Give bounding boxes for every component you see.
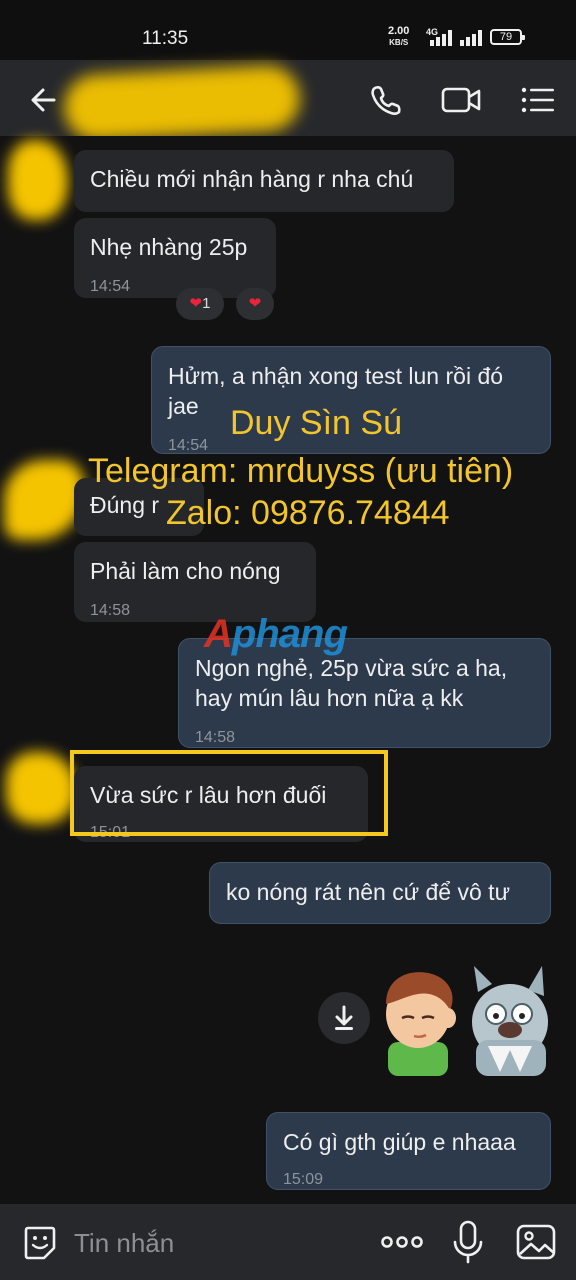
reaction-count: 1 <box>202 295 211 312</box>
watermark-line-2: Telegram: mrduyss (ưu tiên) <box>88 452 514 490</box>
image-gallery-icon[interactable] <box>514 1220 558 1264</box>
heart-icon: ❤ <box>189 295 203 312</box>
more-options-icon[interactable] <box>378 1222 426 1262</box>
message-text: Đúng r <box>90 492 160 518</box>
logo-text: phang <box>231 612 348 656</box>
message-text: ko nóng rát nên cứ để vô tư <box>226 879 510 905</box>
message-input-bar: Tin nhắn <box>0 1204 576 1280</box>
watermark-logo: Aphang <box>204 612 348 657</box>
watermark-line-3: Zalo: 09876.74844 <box>166 494 450 532</box>
phone-icon[interactable] <box>366 80 406 120</box>
watermark-line-1: Duy Sìn Sú <box>230 404 402 442</box>
download-button[interactable] <box>318 992 370 1044</box>
speed-unit: KB/S <box>389 38 409 47</box>
avatar-redacted <box>6 752 76 824</box>
message-time: 15:09 <box>283 1171 324 1188</box>
reaction-heart-button[interactable]: ❤ <box>236 288 274 320</box>
message-time: 14:54 <box>90 278 131 295</box>
message-input[interactable]: Tin nhắn <box>74 1228 174 1259</box>
highlight-box <box>70 750 388 836</box>
speed-value: 2.00 <box>388 25 410 37</box>
battery-icon: 79 <box>490 29 525 45</box>
reaction-heart-count[interactable]: ❤1 <box>176 288 224 320</box>
message-text: Chiều mới nhận hàng r nha chú <box>90 166 414 192</box>
message-text: Phải làm cho nóng <box>90 558 281 584</box>
message-text: Có gì gth giúp e nhaaa <box>283 1129 516 1155</box>
message-incoming[interactable]: Nhẹ nhàng 25p 14:54 <box>74 218 276 298</box>
list-menu-icon[interactable] <box>518 80 558 120</box>
message-text: Nhẹ nhàng 25p <box>90 234 248 260</box>
video-camera-icon[interactable] <box>440 80 484 120</box>
message-incoming[interactable]: Phải làm cho nóng 14:58 <box>74 542 316 622</box>
chat-header <box>0 60 576 143</box>
network-speed: 2.00 KB/S <box>388 26 409 48</box>
avatar-redacted <box>8 140 68 220</box>
signal-icon <box>430 30 456 46</box>
message-time: 14:58 <box>90 602 131 619</box>
microphone-icon[interactable] <box>450 1218 486 1266</box>
logo-letter: A <box>204 612 233 656</box>
sticker-icon[interactable] <box>20 1222 60 1262</box>
message-outgoing[interactable]: Có gì gth giúp e nhaaa 15:09 <box>266 1112 551 1190</box>
message-incoming[interactable]: Chiều mới nhận hàng r nha chú <box>74 150 454 212</box>
back-arrow-icon[interactable] <box>24 80 64 120</box>
download-icon <box>335 1005 353 1030</box>
contact-name-redacted[interactable] <box>62 63 302 143</box>
signal-icon-2 <box>460 30 486 46</box>
sticker-image[interactable] <box>378 962 552 1076</box>
message-time: 14:58 <box>195 729 236 746</box>
message-text: Ngon nghẻ, 25p vừa sức a ha, hay mún lâu… <box>195 655 508 711</box>
status-bar: 11:35 2.00 KB/S 4G 79 <box>0 0 576 60</box>
message-outgoing[interactable]: ko nóng rát nên cứ để vô tư <box>209 862 551 924</box>
heart-icon: ❤ <box>248 295 262 312</box>
status-time: 11:35 <box>142 28 189 49</box>
